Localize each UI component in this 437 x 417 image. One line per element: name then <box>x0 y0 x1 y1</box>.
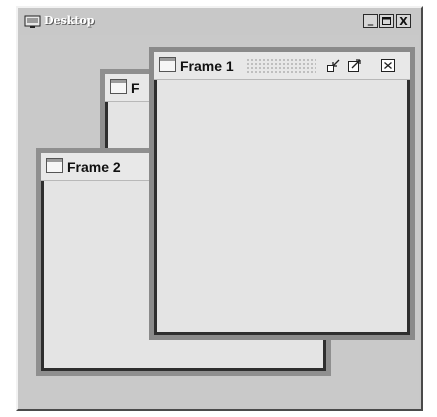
app-icon <box>24 14 41 29</box>
close-icon: X <box>399 14 408 28</box>
maximize-frame-icon[interactable] <box>347 58 363 73</box>
frame-1-titlebar[interactable]: Frame 1 <box>154 52 410 80</box>
minimize-icon: _ <box>367 12 374 26</box>
maximize-icon <box>382 16 391 27</box>
frame-1-icon <box>159 57 176 72</box>
titlebar-grip <box>246 58 316 74</box>
frame-2-title: Frame 2 <box>67 159 121 175</box>
internal-frame-1[interactable]: Frame 1 <box>149 47 415 340</box>
frame-3-title: F <box>131 80 140 96</box>
window-title: Desktop <box>44 14 95 27</box>
minimize-button[interactable]: _ <box>363 14 378 28</box>
iconify-icon[interactable] <box>326 58 342 73</box>
frame-2-icon <box>46 158 63 173</box>
window-titlebar[interactable]: Desktop _ X <box>20 10 419 33</box>
frame-3-icon <box>110 79 127 94</box>
maximize-button[interactable] <box>379 14 394 28</box>
close-frame-icon[interactable] <box>380 58 396 73</box>
close-button[interactable]: X <box>396 14 411 28</box>
desktop-window: Desktop _ X F Frame 2 Frame 1 <box>16 6 423 411</box>
desktop-pane: F Frame 2 Frame 1 <box>20 35 419 407</box>
frame-1-title: Frame 1 <box>180 58 234 74</box>
